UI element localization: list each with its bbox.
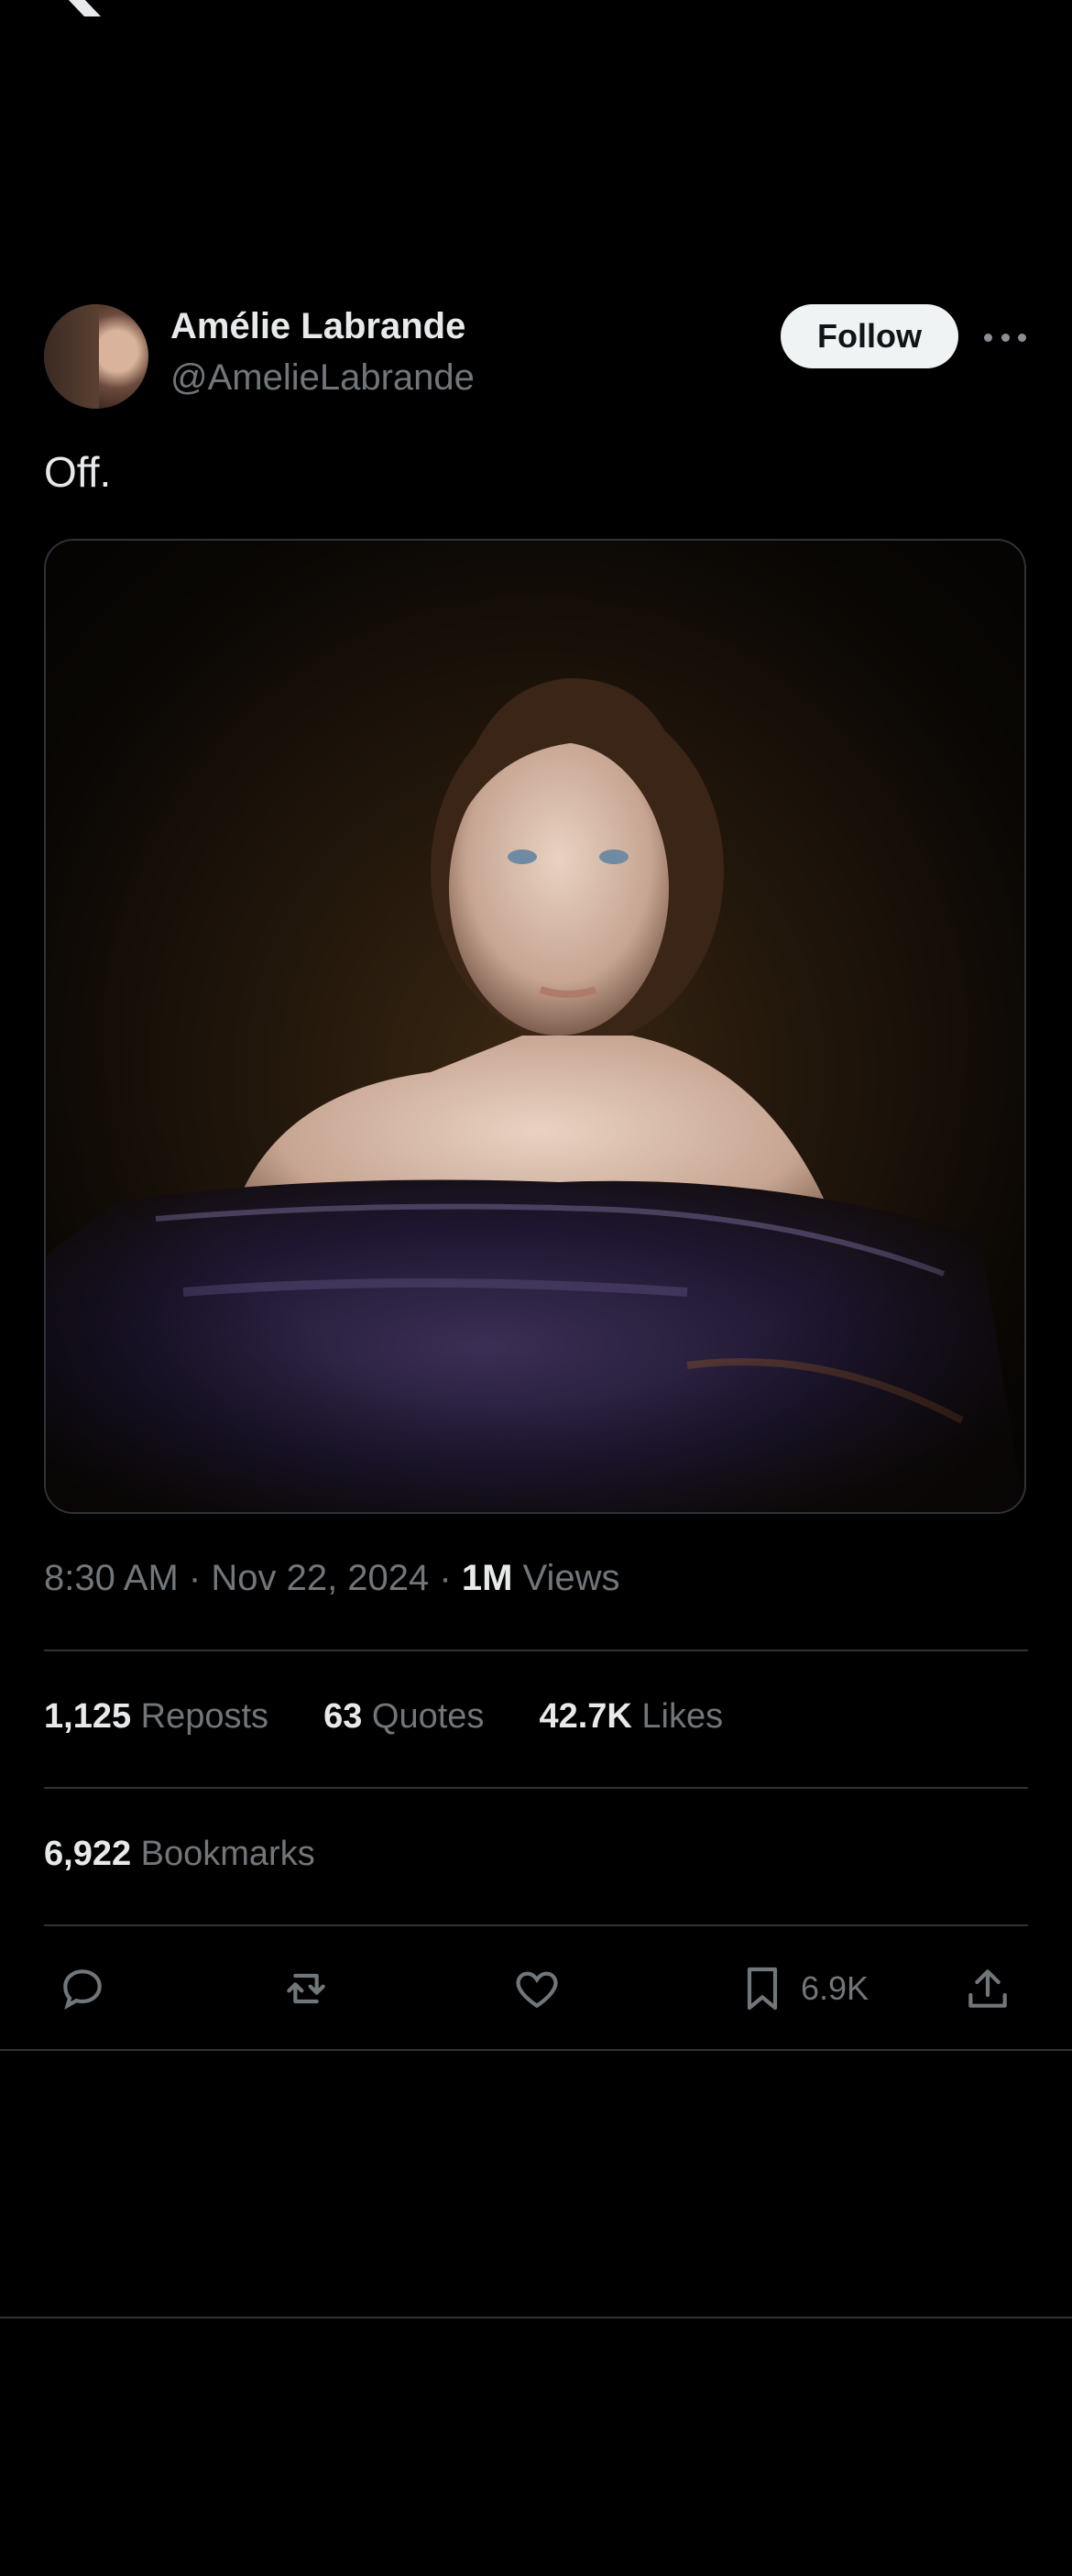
reply-icon <box>63 1969 102 2011</box>
repost-button[interactable] <box>280 1959 332 2018</box>
author-handle[interactable]: @AmelieLabrande <box>170 357 475 399</box>
like-button[interactable] <box>511 1959 563 2018</box>
quotes-count: 63 <box>323 1697 363 1736</box>
views-label: Views <box>522 1558 620 1598</box>
heart-icon <box>516 1971 558 2009</box>
meta-separator: · <box>439 1558 462 1598</box>
divider <box>0 2049 1072 2051</box>
tweet-text: Off. <box>44 448 112 496</box>
bookmark-icon <box>747 1967 778 2011</box>
tweet-meta: 8:30 AM · Nov 22, 2024 · 1M Views <box>44 1558 620 1599</box>
bookmark-button[interactable]: 6.9K <box>737 1959 869 2018</box>
divider <box>44 1924 1028 1926</box>
share-button[interactable] <box>962 1959 1013 2018</box>
reposts-stat[interactable]: 1,125 Reposts <box>44 1697 268 1737</box>
follow-button[interactable]: Follow <box>781 304 958 368</box>
divider <box>44 1650 1028 1651</box>
bookmark-count: 6.9K <box>801 1969 870 2007</box>
tweet-time[interactable]: 8:30 AM <box>44 1558 179 1598</box>
x-logo-icon[interactable] <box>46 0 104 16</box>
meta-separator: · <box>188 1558 212 1598</box>
reposts-count: 1,125 <box>44 1697 132 1736</box>
bookmarks-label: Bookmarks <box>140 1835 315 1873</box>
likes-label: Likes <box>641 1697 724 1736</box>
likes-count: 42.7K <box>539 1697 632 1736</box>
repost-icon <box>287 1973 325 2004</box>
photo <box>46 541 1024 1512</box>
quotes-label: Quotes <box>371 1697 485 1736</box>
quotes-stat[interactable]: 63 Quotes <box>323 1697 484 1737</box>
divider <box>0 2317 1072 2318</box>
divider <box>44 1787 1028 1789</box>
author-name[interactable]: Amélie Labrande <box>170 306 465 347</box>
tweet-date[interactable]: Nov 22, 2024 <box>211 1558 429 1598</box>
tweet-media[interactable] <box>44 539 1026 1514</box>
avatar[interactable] <box>44 304 148 409</box>
reply-button[interactable] <box>57 1959 108 2018</box>
views-count: 1M <box>461 1558 513 1598</box>
reposts-label: Reposts <box>140 1697 269 1736</box>
bookmarks-stat[interactable]: 6,922 Bookmarks <box>44 1835 315 1874</box>
engagement-stats: 1,125 Reposts 63 Quotes 42.7K Likes <box>44 1697 723 1737</box>
more-options-icon[interactable] <box>984 319 1026 356</box>
bookmarks-count: 6,922 <box>44 1835 132 1873</box>
share-icon <box>968 1969 1007 2008</box>
likes-stat[interactable]: 42.7K Likes <box>539 1697 723 1737</box>
